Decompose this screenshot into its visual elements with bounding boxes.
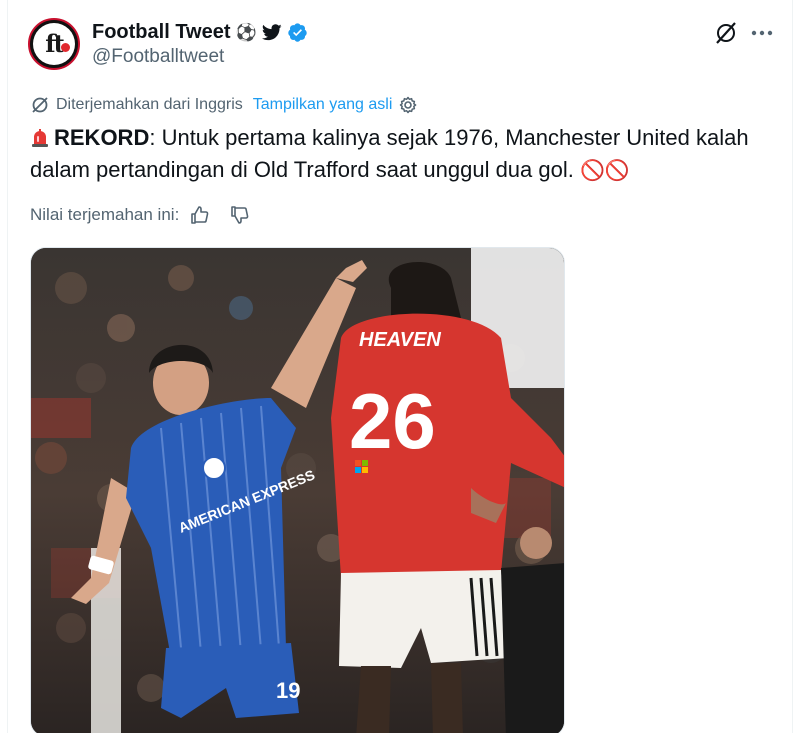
thumbs-down-icon[interactable] [229,204,251,226]
jersey-number: 26 [349,377,436,465]
name-row: Football Tweet ⚽ [92,20,308,44]
tweet-text: REKORD: Untuk pertama kalinya sejak 1976… [30,122,770,187]
football-emoji: ⚽ [235,22,257,42]
twitter-bird-icon [261,23,282,40]
display-name[interactable]: Football Tweet [92,21,231,44]
avatar-logo-dot [61,43,70,52]
photo-illustration: AMERICAN EXPRESS 19 HEAVEN 26 [31,248,564,733]
show-original-link[interactable]: Tampilkan yang asli [253,96,393,114]
handle[interactable]: @Footballtweet [92,46,224,68]
rate-translation: Nilai terjemahan ini: [30,204,251,226]
tweet-bold-prefix: REKORD [54,125,150,150]
thumbs-up-icon[interactable] [189,204,211,226]
translation-bar: Diterjemahkan dari Inggris Tampilkan yan… [30,95,418,115]
settings-icon[interactable] [398,95,418,115]
siren-icon [32,129,48,147]
translate-icon [32,97,48,113]
translated-label: Diterjemahkan dari Inggris [56,96,243,113]
tweet-photo[interactable]: AMERICAN EXPRESS 19 HEAVEN 26 [30,247,565,733]
more-icon[interactable] [749,20,775,46]
no-entry-emoji: 🚫🚫 [579,160,630,182]
avatar[interactable]: ft [28,18,80,70]
jersey-name: HEAVEN [359,329,441,351]
rate-label: Nilai terjemahan ini: [30,205,180,224]
grok-icon[interactable] [713,20,739,46]
verified-badge-icon [287,22,307,42]
shorts-number: 19 [276,678,300,703]
